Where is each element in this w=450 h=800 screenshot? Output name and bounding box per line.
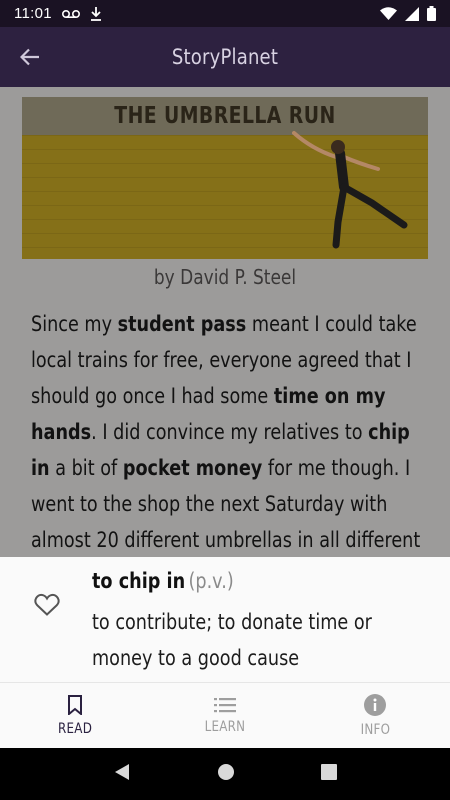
status-bar: 11:01: [0, 0, 450, 27]
definition-header: to chip in (p.v.): [92, 569, 234, 593]
info-icon: [364, 693, 386, 716]
nav-learn-label: LEARN: [204, 718, 246, 735]
voicemail-icon: [61, 9, 80, 19]
heart-outline-icon: [34, 593, 60, 616]
bookmark-icon: [68, 694, 82, 715]
system-back-button[interactable]: [113, 763, 131, 786]
definition-panel: to chip in (p.v.) to contribute; to donat…: [0, 557, 450, 683]
vocab-term[interactable]: student pass: [118, 312, 247, 337]
story-text: . I did convince my relatives to: [91, 420, 369, 445]
vocab-term[interactable]: pocket money: [123, 456, 262, 481]
cover-image: THE UMBRELLA RUN: [22, 97, 428, 259]
favorite-button[interactable]: [34, 593, 62, 621]
part-of-speech: (p.v.): [188, 569, 234, 593]
definition-meaning: to contribute; to donate time or money t…: [92, 610, 372, 670]
story-text: Since my: [31, 312, 118, 337]
download-icon: [90, 6, 102, 21]
nav-read-label: READ: [57, 720, 93, 737]
cover-title: THE UMBRELLA RUN: [114, 103, 336, 129]
story-paragraph: Since my student pass meant I could take…: [31, 307, 431, 557]
definition-term: to chip in: [92, 569, 186, 593]
system-home-button[interactable]: [217, 763, 235, 786]
app-bar: StoryPlanet: [0, 27, 450, 87]
list-icon: [214, 697, 236, 712]
story-text: a bit of: [49, 456, 123, 481]
nav-info[interactable]: INFO: [300, 683, 450, 748]
wifi-icon: [380, 7, 397, 20]
bottom-nav: READ LEARN INFO: [0, 683, 450, 748]
circle-home-icon: [218, 763, 234, 780]
system-nav-bar: [0, 748, 450, 800]
app-title: StoryPlanet: [171, 45, 279, 69]
nav-read[interactable]: READ: [0, 683, 150, 748]
story-content[interactable]: THE UMBRELLA RUN by David P. Steel Since…: [0, 87, 450, 557]
dancer-figure-icon: [292, 131, 408, 249]
system-recents-button[interactable]: [321, 763, 337, 785]
square-recents-icon: [321, 763, 337, 780]
triangle-back-icon: [115, 763, 129, 780]
signal-icon: [405, 6, 419, 21]
nav-learn[interactable]: LEARN: [150, 683, 300, 748]
story-byline: by David P. Steel: [153, 265, 297, 289]
battery-icon: [427, 6, 436, 21]
nav-info-label: INFO: [360, 721, 390, 738]
status-time: 11:01: [14, 5, 52, 22]
